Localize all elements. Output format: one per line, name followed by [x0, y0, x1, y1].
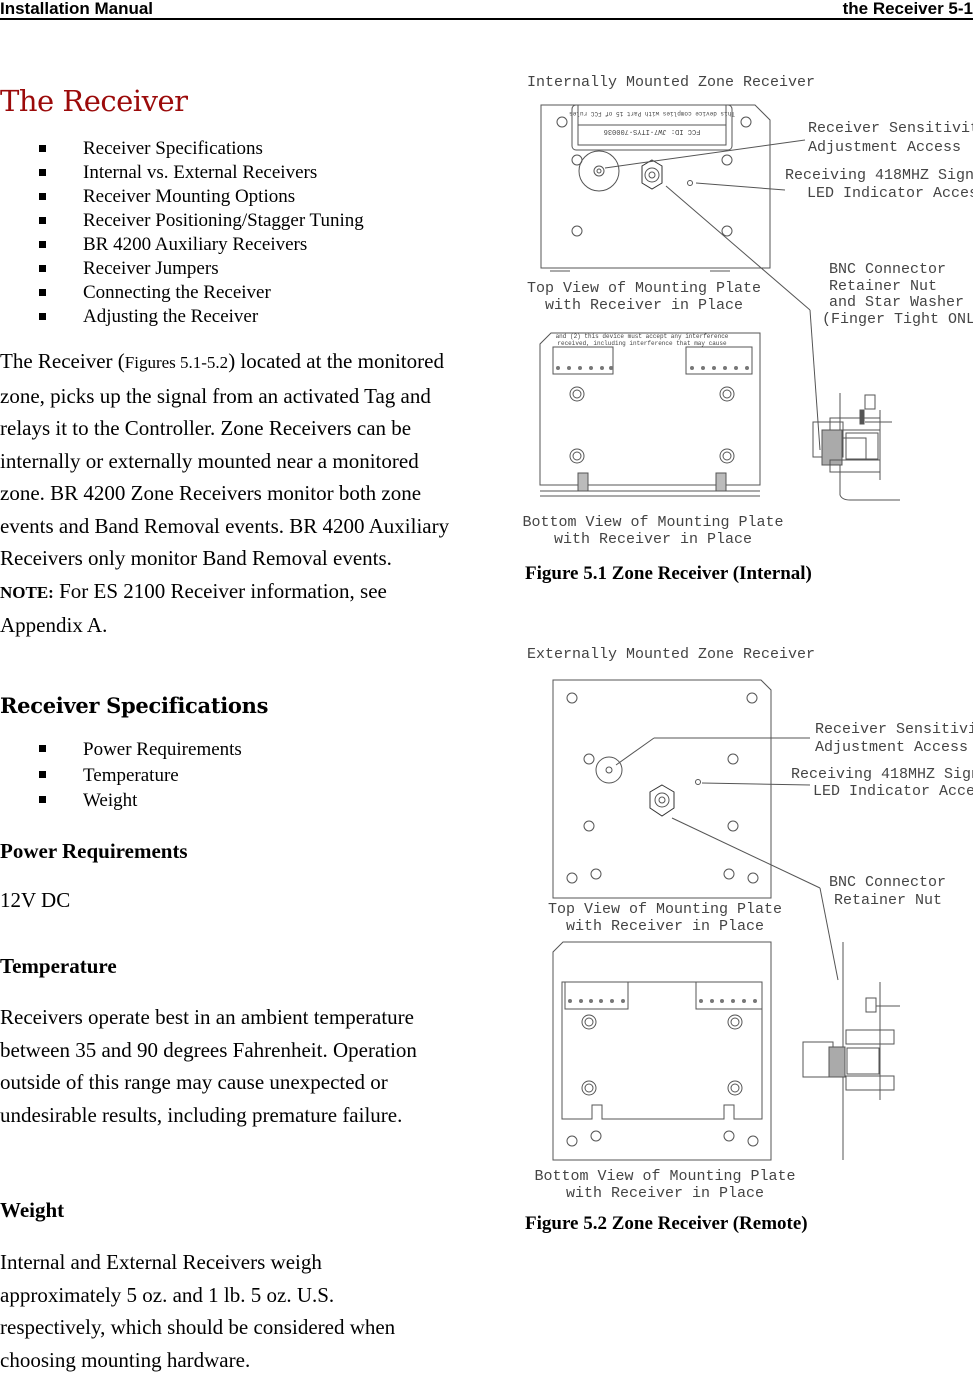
callout-bnc-line2: Retainer Nut	[834, 892, 942, 909]
bullet-square-icon	[39, 241, 46, 248]
topic-label: Internal vs. External Receivers	[83, 162, 318, 183]
temperature-paragraph: Receivers operate best in an ambient tem…	[0, 1005, 417, 1127]
callout-bnc-line3: and Star Washer	[829, 294, 964, 311]
figure1-caption: Figure 5.1 Zone Receiver (Internal)	[525, 563, 812, 584]
bullet-square-icon	[39, 770, 46, 778]
bullet-square-icon	[39, 217, 46, 224]
callout-bnc-line1: BNC Connector	[829, 874, 946, 891]
bullet-square-icon	[39, 796, 46, 803]
bullet-square-icon	[39, 193, 46, 200]
callout-sensitivity-line1: Receiver Sensitivity	[808, 120, 973, 137]
header-chapter-page: the Receiver 5-1	[842, 0, 973, 18]
bottom-view-caption-line1: Bottom View of Mounting Plate	[522, 514, 783, 531]
note-label: NOTE:	[0, 582, 54, 602]
bullet-square-icon	[39, 145, 46, 152]
note-text: For ES 2100 Receiver information, see Ap…	[0, 578, 387, 638]
spec-label: Temperature	[83, 764, 179, 786]
bottom-label-line1: and (2) this device must accept any inte…	[556, 333, 729, 340]
side-view-receiver	[812, 393, 900, 501]
callout-sensitivity-line2: Adjustment Access	[808, 139, 961, 156]
header-manual-title: Installation Manual	[0, 0, 154, 18]
callout-bnc-line1: BNC Connector	[829, 261, 946, 278]
spec-label: Power Requirements	[83, 739, 242, 760]
bottom-view-caption-line2: with Receiver in Place	[554, 531, 752, 548]
subheading-power: Power Requirements	[0, 839, 188, 863]
topic-label: Receiver Positioning/Stagger Tuning	[83, 210, 364, 231]
topic-label: Adjusting the Receiver	[83, 306, 259, 327]
figure-reference: Figures 5.1-5.2	[124, 353, 229, 372]
top-view-caption-line1: Top View of Mounting Plate	[527, 280, 761, 297]
topic-label: Connecting the Receiver	[83, 282, 271, 303]
top-view-caption-line2: with Receiver in Place	[566, 918, 764, 935]
fcc-id-label: FCC ID: JW7-ITYS-700036	[604, 127, 701, 135]
top-view-plate	[552, 679, 772, 899]
intro-text: ) located at the monitored zone, picks u…	[0, 349, 450, 570]
bottom-view-caption-line1: Bottom View of Mounting Plate	[534, 1168, 795, 1185]
callout-sensitivity-line1: Receiver Sensitivity	[815, 721, 973, 738]
figure-internal-receiver: Internally Mounted Zone Receiver This de…	[520, 60, 973, 555]
bullet-square-icon	[39, 745, 46, 752]
callout-bnc-line2: Retainer Nut	[829, 278, 937, 295]
subheading-temperature: Temperature	[0, 954, 117, 978]
bottom-label-line2: received, including interference that ma…	[557, 340, 727, 347]
topic-label: Receiver Jumpers	[83, 258, 219, 279]
topic-label: BR 4200 Auxiliary Receivers	[83, 234, 308, 255]
svg-text:This device complies with Part: This device complies with Part 15 of FCC…	[569, 110, 735, 117]
bottom-view-caption-line2: with Receiver in Place	[566, 1185, 764, 1202]
figure2-caption: Figure 5.2 Zone Receiver (Remote)	[525, 1213, 808, 1234]
bullet-square-icon	[39, 265, 46, 272]
bottom-view-plate: and (2) this device must accept any inte…	[539, 332, 761, 497]
page-header: Installation Manual the Receiver 5-1	[0, 0, 973, 20]
bullet-square-icon	[39, 169, 46, 176]
callout-led-line2: LED Indicator Access	[807, 185, 973, 202]
figure2-title: Externally Mounted Zone Receiver	[527, 646, 815, 663]
power-value: 12V DC	[0, 888, 71, 912]
page-title: The Receiver	[0, 84, 188, 118]
top-view-caption-line2: with Receiver in Place	[545, 297, 743, 314]
topic-label: Receiver Mounting Options	[83, 186, 296, 207]
callout-bnc-line4: (Finger Tight ONLY)	[822, 311, 973, 328]
bottom-view-plate	[552, 941, 772, 1161]
intro-text-lead: The Receiver (	[0, 349, 125, 373]
figure-remote-receiver: Externally Mounted Zone Receiver Receive…	[520, 640, 973, 1205]
top-view-caption-line1: Top View of Mounting Plate	[548, 901, 782, 918]
intro-paragraph: The Receiver (Figures 5.1-5.2) located a…	[0, 345, 450, 642]
section-heading-specifications: Receiver Specifications	[0, 693, 269, 718]
weight-paragraph: Internal and External Receivers weigh ap…	[0, 1250, 396, 1372]
callout-led-line1: Receiving 418MHZ Signal	[785, 167, 973, 184]
side-view-receiver	[802, 942, 900, 1160]
callout-led-line2: LED Indicator Access	[813, 783, 973, 800]
subheading-weight: Weight	[0, 1198, 65, 1222]
bullet-square-icon	[39, 313, 46, 320]
spec-label: Weight	[83, 790, 138, 811]
topic-label: Receiver Specifications	[83, 138, 263, 159]
callout-sensitivity-line2: Adjustment Access	[815, 739, 968, 756]
figure1-title: Internally Mounted Zone Receiver	[527, 74, 815, 91]
callout-led-line1: Receiving 418MHZ Signal	[791, 766, 973, 783]
bullet-square-icon	[39, 289, 46, 296]
